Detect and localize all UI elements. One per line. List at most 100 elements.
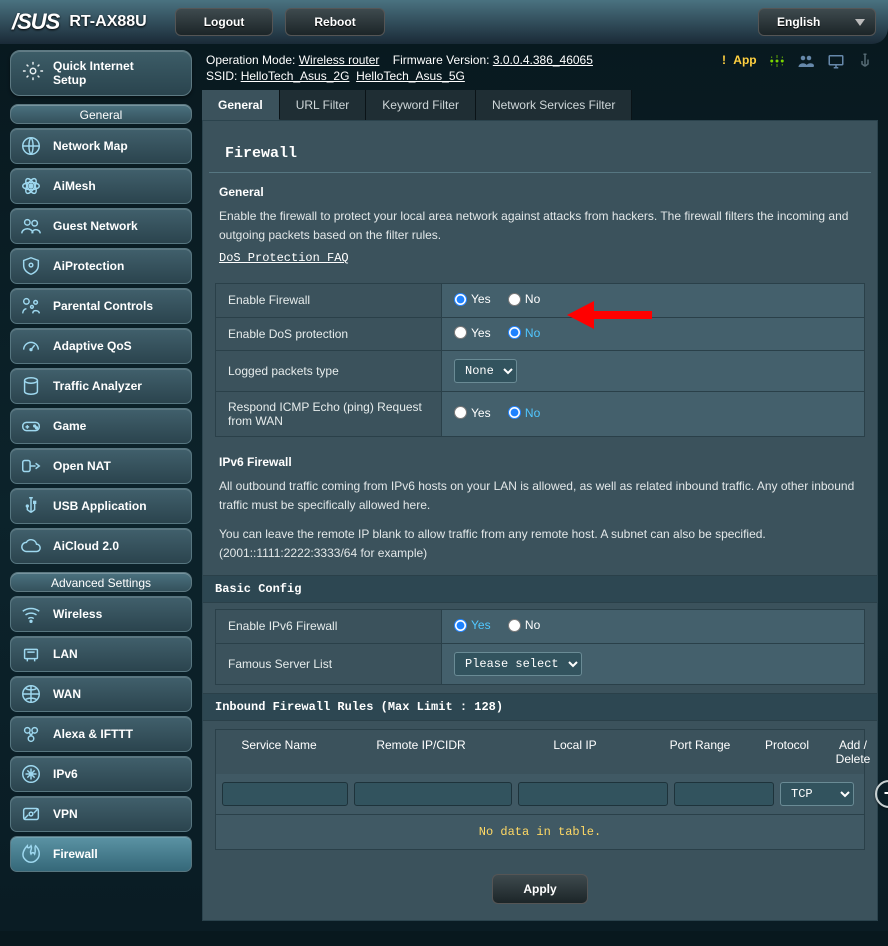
- enable-dos-no[interactable]: No: [508, 326, 540, 340]
- page-title: Firewall: [209, 121, 871, 173]
- sidebar-item-label: Game: [53, 419, 86, 433]
- sidebar-item-label: Adaptive QoS: [53, 339, 132, 353]
- atom-icon: [19, 174, 43, 198]
- logout-button[interactable]: Logout: [175, 8, 274, 36]
- sidebar-item-aiprotection[interactable]: AiProtection: [10, 248, 192, 284]
- quick-internet-setup[interactable]: Quick Internet Setup: [10, 50, 192, 96]
- enable-dos-yes[interactable]: Yes: [454, 326, 491, 340]
- tab-general[interactable]: General: [202, 90, 280, 120]
- enable-ipv6-no[interactable]: No: [508, 618, 540, 632]
- family-icon: [19, 294, 43, 318]
- sidebar-item-aicloud[interactable]: AiCloud 2.0: [10, 528, 192, 564]
- sidebar-item-firewall[interactable]: Firewall: [10, 836, 192, 872]
- ssid-2g-link[interactable]: HelloTech_Asus_2G: [241, 69, 350, 83]
- sidebar-item-label: Wireless: [53, 607, 102, 621]
- language-select[interactable]: English: [758, 8, 876, 36]
- service-name-input[interactable]: [222, 782, 348, 806]
- sidebar-item-ipv6[interactable]: IPv6: [10, 756, 192, 792]
- gamepad-icon: [19, 414, 43, 438]
- basic-config-form: Enable IPv6 Firewall Yes No Famous Serve…: [215, 609, 865, 685]
- flame-icon: [19, 842, 43, 866]
- op-mode-label: Operation Mode:: [206, 53, 295, 67]
- enable-ipv6-yes[interactable]: Yes: [454, 618, 491, 632]
- app-header: /SUS RT-AX88U Logout Reboot English: [0, 0, 888, 44]
- usb-icon: [19, 494, 43, 518]
- nat-icon: [19, 454, 43, 478]
- usb-icon[interactable]: [856, 52, 874, 70]
- status-bar: Operation Mode: Wireless router Firmware…: [202, 50, 878, 90]
- logged-packets-label: Logged packets type: [216, 351, 442, 392]
- bulb-icon[interactable]: !: [722, 53, 726, 67]
- inbound-rules-table: Service Name Remote IP/CIDR Local IP Por…: [215, 729, 865, 850]
- col-remote: Remote IP/CIDR: [342, 730, 500, 774]
- app-link[interactable]: App: [733, 53, 756, 67]
- tab-url[interactable]: URL Filter: [280, 90, 367, 120]
- sidebar-item-lan[interactable]: LAN: [10, 636, 192, 672]
- sidebar-item-label: Parental Controls: [53, 299, 153, 313]
- local-ip-input[interactable]: [518, 782, 668, 806]
- model-name: RT-AX88U: [69, 13, 146, 31]
- section-advanced-settings: Advanced Settings: [10, 572, 192, 592]
- sidebar-item-wan[interactable]: WAN: [10, 676, 192, 712]
- op-mode-link[interactable]: Wireless router: [299, 53, 380, 67]
- col-port: Port Range: [650, 730, 750, 774]
- general-description: Enable the firewall to protect your loca…: [219, 207, 861, 245]
- icmp-no[interactable]: No: [508, 406, 540, 420]
- main-content: Operation Mode: Wireless router Firmware…: [202, 50, 878, 921]
- sidebar-item-usb[interactable]: USB Application: [10, 488, 192, 524]
- add-rule-button[interactable]: +: [875, 780, 888, 808]
- firewall-panel: Firewall General Enable the firewall to …: [202, 120, 878, 921]
- monitor-icon[interactable]: [827, 52, 845, 70]
- sidebar-item-network-map[interactable]: Network Map: [10, 128, 192, 164]
- reboot-button[interactable]: Reboot: [285, 8, 384, 36]
- tab-netsvc[interactable]: Network Services Filter: [476, 90, 632, 120]
- sidebar: Quick Internet Setup GeneralNetwork MapA…: [10, 50, 192, 876]
- shield-icon: [19, 254, 43, 278]
- levels-icon[interactable]: [768, 52, 786, 70]
- col-proto: Protocol: [750, 730, 824, 774]
- sidebar-item-wireless[interactable]: Wireless: [10, 596, 192, 632]
- sidebar-item-label: Alexa & IFTTT: [53, 727, 133, 741]
- remote-ip-input[interactable]: [354, 782, 512, 806]
- sidebar-item-aimesh[interactable]: AiMesh: [10, 168, 192, 204]
- col-local: Local IP: [500, 730, 650, 774]
- sidebar-item-label: AiCloud 2.0: [53, 539, 119, 553]
- cylinder-icon: [19, 374, 43, 398]
- ipv6-desc-2: You can leave the remote IP blank to all…: [219, 525, 861, 563]
- famous-server-select[interactable]: Please select: [454, 652, 582, 676]
- protocol-select[interactable]: TCP: [780, 782, 854, 806]
- enable-dos-label: Enable DoS protection: [216, 317, 442, 351]
- sidebar-item-qos[interactable]: Adaptive QoS: [10, 328, 192, 364]
- enable-firewall-yes[interactable]: Yes: [454, 292, 491, 306]
- tab-keyword[interactable]: Keyword Filter: [366, 90, 476, 120]
- sidebar-item-traffic[interactable]: Traffic Analyzer: [10, 368, 192, 404]
- apply-button[interactable]: Apply: [492, 874, 587, 904]
- ssid-label: SSID:: [206, 69, 237, 83]
- dos-faq-link[interactable]: DoS Protection FAQ: [219, 251, 349, 265]
- enable-firewall-no[interactable]: No: [508, 292, 540, 306]
- sidebar-item-game[interactable]: Game: [10, 408, 192, 444]
- sidebar-item-label: Network Map: [53, 139, 128, 153]
- sidebar-item-label: LAN: [53, 647, 78, 661]
- ssid-5g-link[interactable]: HelloTech_Asus_5G: [356, 69, 465, 83]
- sidebar-item-open-nat[interactable]: Open NAT: [10, 448, 192, 484]
- no-data-text: No data in table.: [216, 814, 864, 849]
- sidebar-item-guest-network[interactable]: Guest Network: [10, 208, 192, 244]
- sidebar-item-alexa[interactable]: Alexa & IFTTT: [10, 716, 192, 752]
- enable-firewall-label: Enable Firewall: [216, 284, 442, 318]
- fw-label: Firmware Version:: [393, 53, 490, 67]
- status-icons: ! App: [722, 52, 874, 70]
- port-range-input[interactable]: [674, 782, 774, 806]
- sidebar-item-parental[interactable]: Parental Controls: [10, 288, 192, 324]
- sidebar-item-label: AiProtection: [53, 259, 124, 273]
- sidebar-item-vpn[interactable]: VPN: [10, 796, 192, 832]
- users-status-icon[interactable]: [797, 52, 815, 70]
- ipv6-heading: IPv6 Firewall: [219, 455, 861, 469]
- cloud-icon: [19, 534, 43, 558]
- lan-icon: [19, 642, 43, 666]
- enable-ipv6-fw-label: Enable IPv6 Firewall: [216, 610, 442, 644]
- tab-bar: GeneralURL FilterKeyword FilterNetwork S…: [202, 90, 878, 120]
- logged-packets-select[interactable]: None: [454, 359, 517, 383]
- fw-link[interactable]: 3.0.0.4.386_46065: [493, 53, 593, 67]
- icmp-yes[interactable]: Yes: [454, 406, 491, 420]
